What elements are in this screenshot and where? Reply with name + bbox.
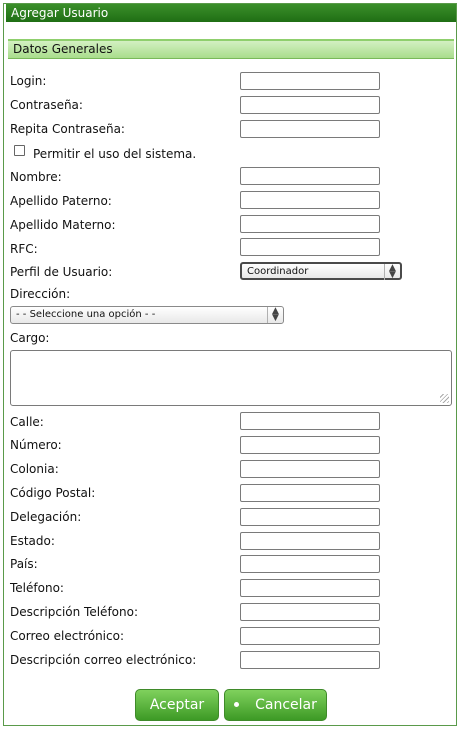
calle-label: Calle: — [10, 415, 44, 429]
estado-label: Estado: — [10, 534, 55, 548]
calle-input[interactable] — [240, 412, 380, 430]
delegacion-input[interactable] — [240, 508, 380, 526]
cargo-label: Cargo: — [10, 331, 50, 345]
apellido-materno-input[interactable] — [240, 215, 380, 233]
pais-label: País: — [10, 557, 38, 571]
updown-chevron-icon: ▲ ▼ — [384, 264, 400, 280]
permission-checkbox[interactable] — [14, 145, 25, 156]
pais-input[interactable] — [240, 555, 380, 573]
descripcion-telefono-label: Descripción Teléfono: — [10, 605, 138, 619]
repeat-password-label: Repita Contraseña: — [10, 122, 125, 136]
numero-label: Número: — [10, 438, 62, 452]
bullet-icon — [234, 701, 240, 707]
descripcion-correo-input[interactable] — [240, 651, 380, 669]
login-input[interactable] — [240, 72, 380, 90]
colonia-input[interactable] — [240, 460, 380, 478]
telefono-input[interactable] — [240, 579, 380, 597]
updown-chevron-icon: ▲ ▼ — [267, 307, 283, 323]
nombre-label: Nombre: — [10, 170, 62, 184]
direccion-select[interactable]: - - Seleccione una opción - - ▲ ▼ — [10, 306, 284, 324]
accept-button[interactable]: Aceptar — [135, 689, 219, 721]
correo-input[interactable] — [240, 627, 380, 645]
perfil-select[interactable]: Coordinador ▲ ▼ — [240, 262, 402, 280]
direccion-label: Dirección: — [10, 287, 71, 301]
estado-input[interactable] — [240, 532, 380, 550]
perfil-select-value: Coordinador — [247, 266, 309, 277]
repeat-password-input[interactable] — [240, 120, 380, 138]
nombre-input[interactable] — [240, 167, 380, 185]
correo-label: Correo electrónico: — [10, 629, 124, 643]
descripcion-correo-label: Descripción correo electrónico: — [10, 653, 197, 667]
section-header: Datos Generales — [8, 39, 454, 59]
rfc-input[interactable] — [240, 238, 380, 256]
descripcion-telefono-input[interactable] — [240, 603, 380, 621]
password-input[interactable] — [240, 96, 380, 114]
cargo-textarea[interactable] — [10, 350, 452, 406]
login-label: Login: — [10, 74, 47, 88]
cancel-button[interactable]: Cancelar — [224, 689, 327, 721]
rfc-label: RFC: — [10, 242, 38, 256]
numero-input[interactable] — [240, 436, 380, 454]
perfil-label: Perfil de Usuario: — [10, 265, 113, 279]
cancel-button-label: Cancelar — [255, 697, 317, 713]
apellido-materno-label: Apellido Materno: — [10, 218, 116, 232]
permission-label: Permitir el uso del sistema. — [33, 147, 197, 161]
codigo-postal-label: Código Postal: — [10, 486, 96, 500]
window-title: Agregar Usuario — [6, 4, 456, 22]
resize-grip-icon[interactable] — [440, 394, 449, 403]
apellido-paterno-label: Apellido Paterno: — [10, 194, 112, 208]
colonia-label: Colonia: — [10, 462, 59, 476]
password-label: Contraseña: — [10, 98, 83, 112]
apellido-paterno-input[interactable] — [240, 191, 380, 209]
codigo-postal-input[interactable] — [240, 484, 380, 502]
accept-button-label: Aceptar — [149, 697, 205, 713]
delegacion-label: Delegación: — [10, 510, 82, 524]
telefono-label: Teléfono: — [10, 581, 64, 595]
direccion-select-value: - - Seleccione una opción - - — [16, 309, 156, 320]
